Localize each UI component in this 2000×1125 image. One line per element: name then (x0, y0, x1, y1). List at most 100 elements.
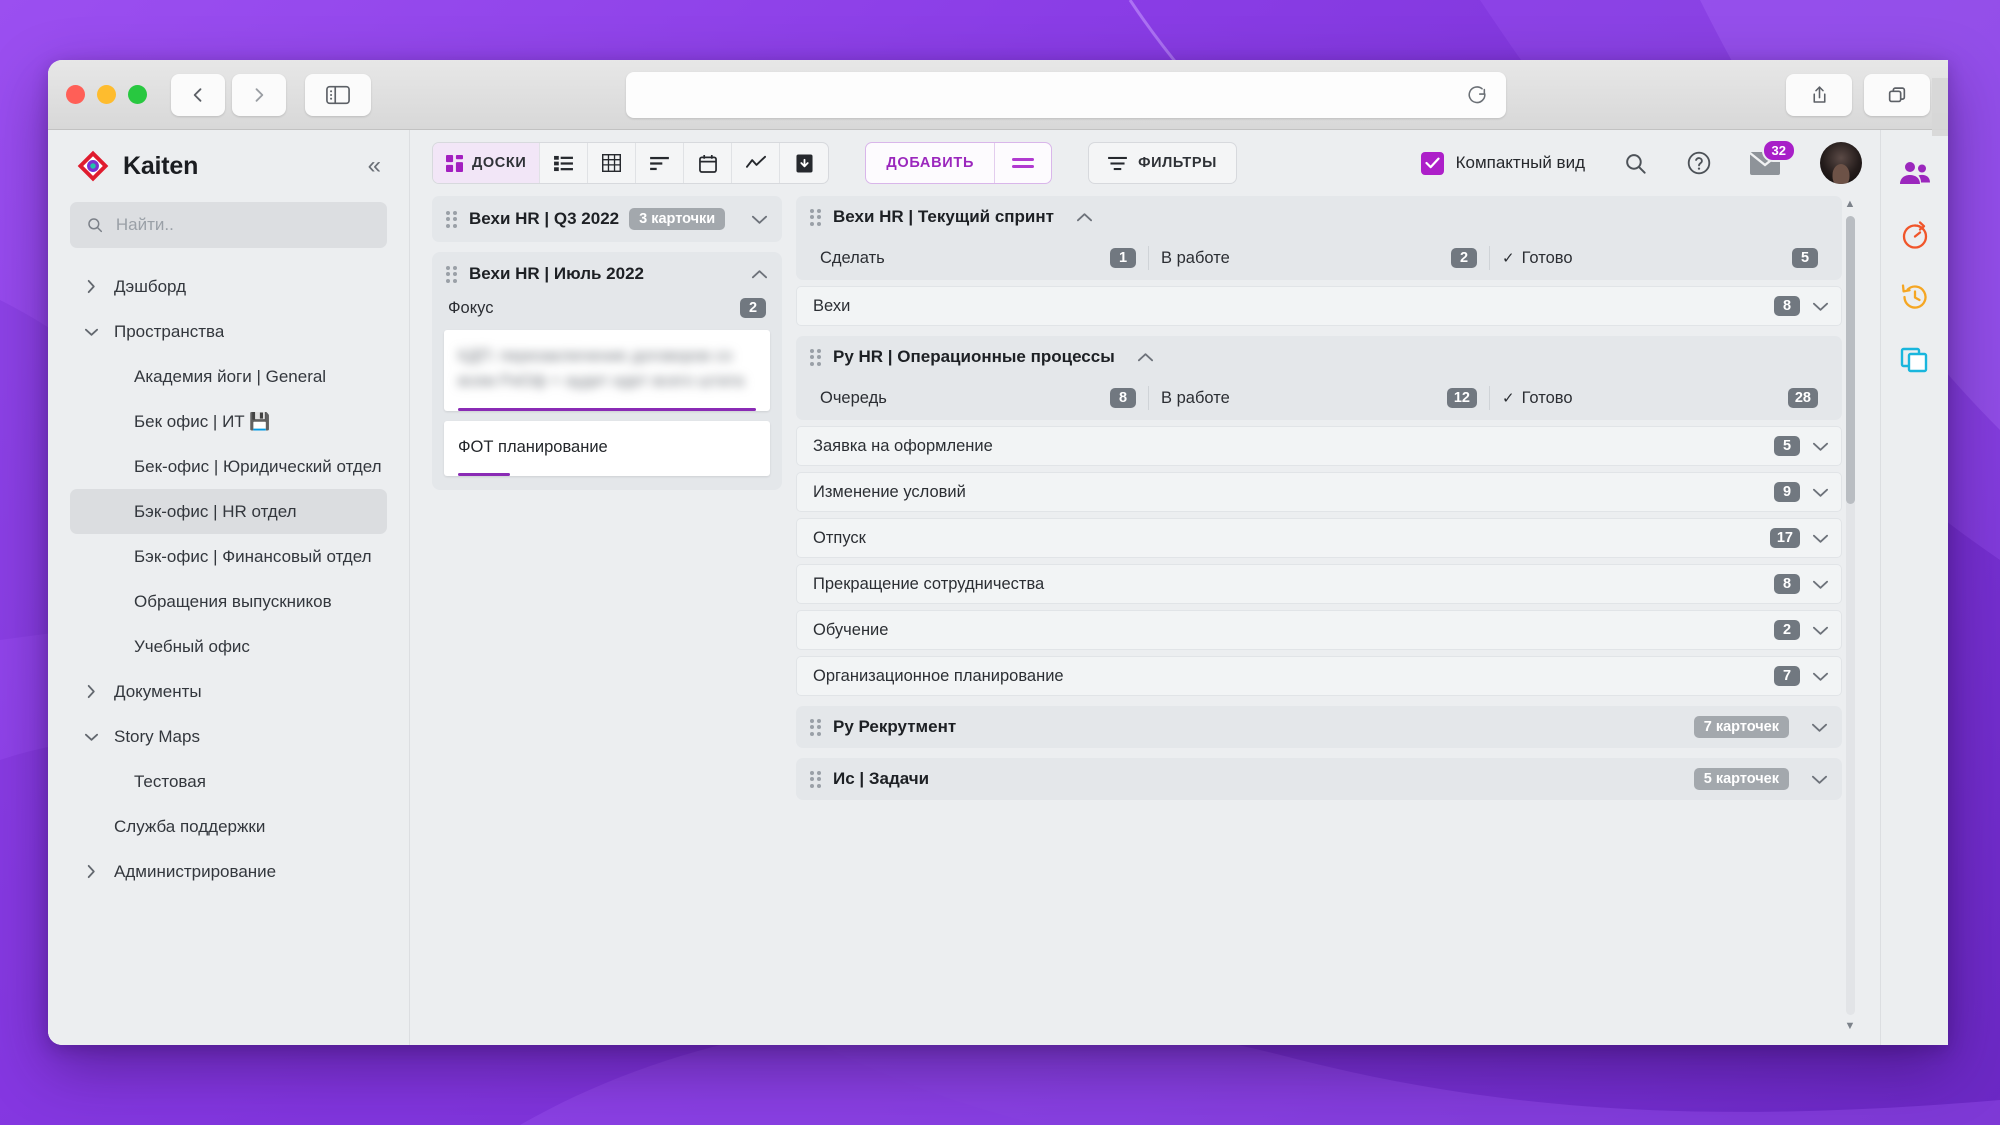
search-input[interactable] (115, 215, 371, 235)
chevron-down-icon[interactable] (751, 214, 768, 225)
boards-icon (446, 154, 463, 172)
forward-button[interactable] (232, 73, 286, 116)
chevron-right-icon[interactable] (78, 279, 104, 294)
drag-handle-icon[interactable] (810, 718, 823, 736)
sidebar-item-3[interactable]: Бек офис | ИТ 💾 (70, 399, 387, 444)
sidebar-item-8[interactable]: Учебный офис (70, 624, 387, 669)
chevron-down-icon[interactable] (78, 732, 104, 742)
view-archive[interactable] (780, 143, 828, 183)
sidebar-item-9[interactable]: Документы (70, 669, 387, 714)
compact-checkbox[interactable] (1420, 151, 1444, 175)
sidebar-toggle-button[interactable] (305, 73, 371, 116)
compact-view-toggle[interactable]: Компактный вид (1420, 151, 1585, 175)
swimlane-row[interactable]: Отпуск 17 (796, 518, 1842, 558)
mail-button[interactable]: 32 (1750, 138, 1796, 175)
view-chart[interactable] (732, 143, 781, 183)
section-header[interactable]: Ру Рекрутмент 7 карточек (796, 706, 1842, 748)
scroll-up-arrow[interactable]: ▲ (1845, 196, 1856, 213)
sidebar-item-4[interactable]: Бек-офис | Юридический отдел (70, 444, 387, 489)
chevron-down-icon[interactable] (1812, 301, 1829, 312)
section-header[interactable]: Вехи HR | Текущий спринт (796, 196, 1842, 238)
card[interactable]: КДП: перезаключение договоров со всем Ри… (444, 330, 770, 411)
sidebar-item-10[interactable]: Story Maps (70, 714, 387, 759)
user-avatar[interactable] (1820, 142, 1862, 184)
sidebar-item-13[interactable]: Администрирование (70, 849, 387, 894)
sidebar-item-2[interactable]: Академия йоги | General (70, 354, 387, 399)
section-column[interactable]: Очередь 8 (808, 386, 1149, 410)
reload-icon[interactable] (1466, 84, 1488, 106)
section-column[interactable]: В работе 2 (1149, 246, 1490, 270)
chevron-down-icon[interactable] (1811, 722, 1828, 733)
swimlane-row[interactable]: Изменение условий 9 (796, 472, 1842, 512)
sidebar-item-1[interactable]: Пространства (70, 309, 387, 354)
section-column[interactable]: ✓ Готово 28 (1490, 386, 1830, 410)
filters-button[interactable]: ФИЛЬТРЫ (1088, 142, 1237, 184)
drag-handle-icon[interactable] (446, 265, 459, 283)
swimlane-row[interactable]: Вехи 8 (796, 286, 1842, 326)
board-scrollbar[interactable]: ▲ ▼ (1844, 196, 1856, 1035)
close-window-button[interactable] (66, 85, 85, 104)
view-table[interactable] (588, 143, 637, 183)
section-header[interactable]: Ис | Задачи 5 карточек (796, 758, 1842, 800)
chevron-up-icon[interactable] (751, 269, 768, 280)
swimlane-row[interactable]: Обучение 2 (796, 610, 1842, 650)
view-calendar[interactable] (684, 143, 733, 183)
section-column[interactable]: Сделать 1 (808, 246, 1149, 270)
swimlane-row[interactable]: Организационное планирование 7 (796, 656, 1842, 696)
chevron-down-icon[interactable] (1811, 774, 1828, 785)
chevron-down-icon[interactable] (1812, 441, 1829, 452)
new-tab-button[interactable]: + (1932, 78, 1948, 136)
tabs-button[interactable] (1864, 73, 1930, 116)
toolbar-search-button[interactable] (1623, 151, 1648, 176)
sidebar-item-6[interactable]: Бэк-офис | Финансовый отдел (70, 534, 387, 579)
add-menu-button[interactable] (995, 143, 1051, 183)
chevron-down-icon[interactable] (1812, 671, 1829, 682)
view-boards[interactable]: ДОСКИ (433, 143, 541, 183)
swimlane-count: 7 (1774, 666, 1800, 686)
scrollbar-thumb[interactable] (1845, 216, 1855, 504)
drag-handle-icon[interactable] (810, 770, 823, 788)
sidebar-search[interactable] (70, 202, 387, 248)
scroll-down-arrow[interactable]: ▼ (1845, 1018, 1856, 1035)
chevron-down-icon[interactable] (78, 327, 104, 337)
timer-button[interactable] (1898, 218, 1932, 252)
lane-group-header[interactable]: Вехи HR | Июль 2022 (444, 262, 770, 284)
sidebar-item-0[interactable]: Дэшборд (70, 264, 387, 309)
section-header[interactable]: Ру HR | Операционные процессы (796, 336, 1842, 378)
chevron-down-icon[interactable] (1812, 533, 1829, 544)
section-column[interactable]: В работе 12 (1149, 386, 1490, 410)
copy-button[interactable] (1898, 342, 1932, 376)
sidebar-item-5[interactable]: Бэк-офис | HR отдел (70, 489, 387, 534)
scrollbar-track[interactable] (1845, 216, 1855, 1015)
chevron-right-icon[interactable] (78, 684, 104, 699)
sidebar-item-7[interactable]: Обращения выпускников (70, 579, 387, 624)
chevron-down-icon[interactable] (1812, 487, 1829, 498)
chevron-down-icon[interactable] (1812, 625, 1829, 636)
swimlane-row[interactable]: Заявка на оформление 5 (796, 426, 1842, 466)
add-button[interactable]: ДОБАВИТЬ (866, 143, 996, 183)
drag-handle-icon[interactable] (810, 348, 823, 366)
chevron-right-icon[interactable] (78, 864, 104, 879)
maximize-window-button[interactable] (128, 85, 147, 104)
minimize-window-button[interactable] (97, 85, 116, 104)
lane-header[interactable]: Вехи HR | Q3 2022 3 карточки (432, 196, 782, 242)
sidebar-item-11[interactable]: Тестовая (70, 759, 387, 804)
people-button[interactable] (1898, 156, 1932, 190)
chevron-down-icon[interactable] (1812, 579, 1829, 590)
drag-handle-icon[interactable] (446, 210, 459, 228)
url-bar[interactable] (626, 71, 1506, 118)
sidebar-collapse-button[interactable]: « (368, 154, 387, 178)
chevron-up-icon[interactable] (1076, 212, 1093, 223)
section-column[interactable]: ✓ Готово 5 (1490, 246, 1830, 270)
view-list[interactable] (540, 143, 589, 183)
back-button[interactable] (171, 73, 225, 116)
help-button[interactable] (1686, 150, 1712, 176)
share-button[interactable] (1786, 73, 1852, 116)
view-sort[interactable] (636, 143, 685, 183)
sidebar-item-12[interactable]: Служба поддержки (70, 804, 387, 849)
chevron-up-icon[interactable] (1137, 352, 1154, 363)
history-button[interactable] (1898, 280, 1932, 314)
card[interactable]: ФОТ планирование (444, 420, 770, 477)
swimlane-row[interactable]: Прекращение сотрудничества 8 (796, 564, 1842, 604)
drag-handle-icon[interactable] (810, 208, 823, 226)
